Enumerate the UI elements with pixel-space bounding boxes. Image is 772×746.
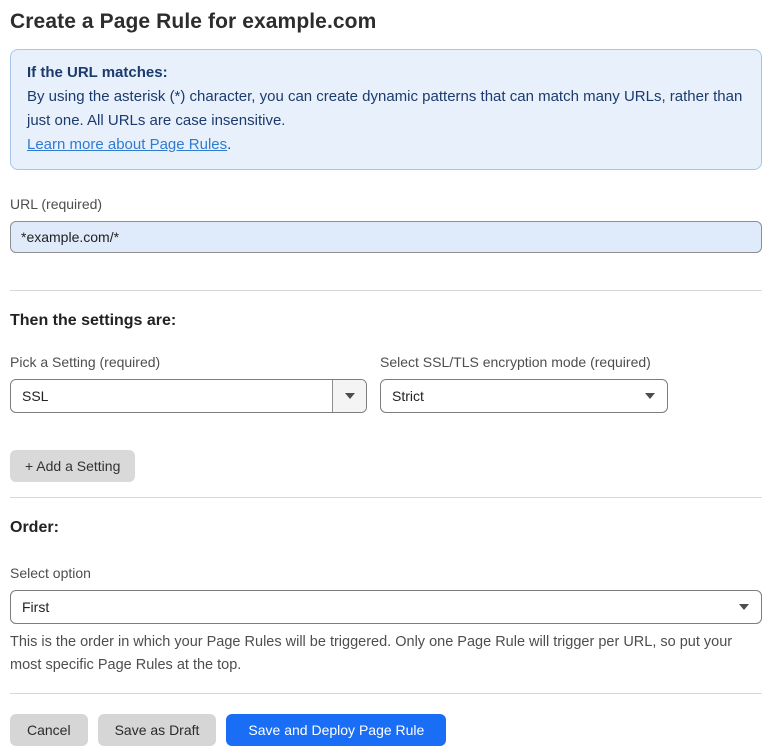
divider (10, 693, 762, 694)
setting-select-value: SSL (22, 388, 49, 404)
divider (10, 290, 762, 291)
order-select[interactable]: First (10, 590, 762, 624)
order-section-heading: Order: (10, 519, 59, 536)
page-title: Create a Page Rule for example.com (10, 10, 377, 33)
url-field-label: URL (required) (10, 196, 103, 212)
save-draft-button[interactable]: Save as Draft (97, 714, 217, 746)
learn-more-link[interactable]: Learn more about Page Rules (27, 136, 227, 153)
url-input[interactable] (10, 221, 762, 253)
setting-picker-column: Pick a Setting (required) SSL (10, 353, 367, 413)
cancel-button[interactable]: Cancel (10, 714, 88, 746)
info-box-heading: If the URL matches: (27, 64, 168, 81)
ssl-mode-select-value: Strict (392, 388, 424, 404)
settings-row: Pick a Setting (required) SSL Select SSL… (10, 353, 762, 413)
link-suffix: . (227, 136, 232, 153)
add-setting-button[interactable]: + Add a Setting (10, 450, 136, 482)
footer-actions: Cancel Save as Draft Save and Deploy Pag… (10, 714, 762, 746)
setting-picker-label: Pick a Setting (required) (10, 354, 161, 370)
order-select-value: First (22, 599, 50, 615)
ssl-mode-column: Select SSL/TLS encryption mode (required… (380, 353, 668, 413)
save-deploy-button[interactable]: Save and Deploy Page Rule (226, 714, 447, 746)
divider (10, 497, 762, 498)
setting-select[interactable]: SSL (10, 379, 367, 413)
url-match-info-box: If the URL matches: By using the asteris… (10, 49, 762, 170)
chevron-down-icon (332, 380, 366, 412)
chevron-down-icon (633, 393, 667, 399)
order-help-text: This is the order in which your Page Rul… (10, 634, 733, 673)
ssl-mode-select[interactable]: Strict (380, 379, 668, 413)
settings-section-heading: Then the settings are: (10, 312, 177, 329)
ssl-mode-label: Select SSL/TLS encryption mode (required… (380, 354, 651, 370)
chevron-down-icon (727, 604, 761, 610)
info-box-link-line: Learn more about Page Rules. (27, 133, 745, 157)
order-select-label: Select option (10, 565, 91, 581)
info-box-body: By using the asterisk (*) character, you… (27, 88, 743, 129)
